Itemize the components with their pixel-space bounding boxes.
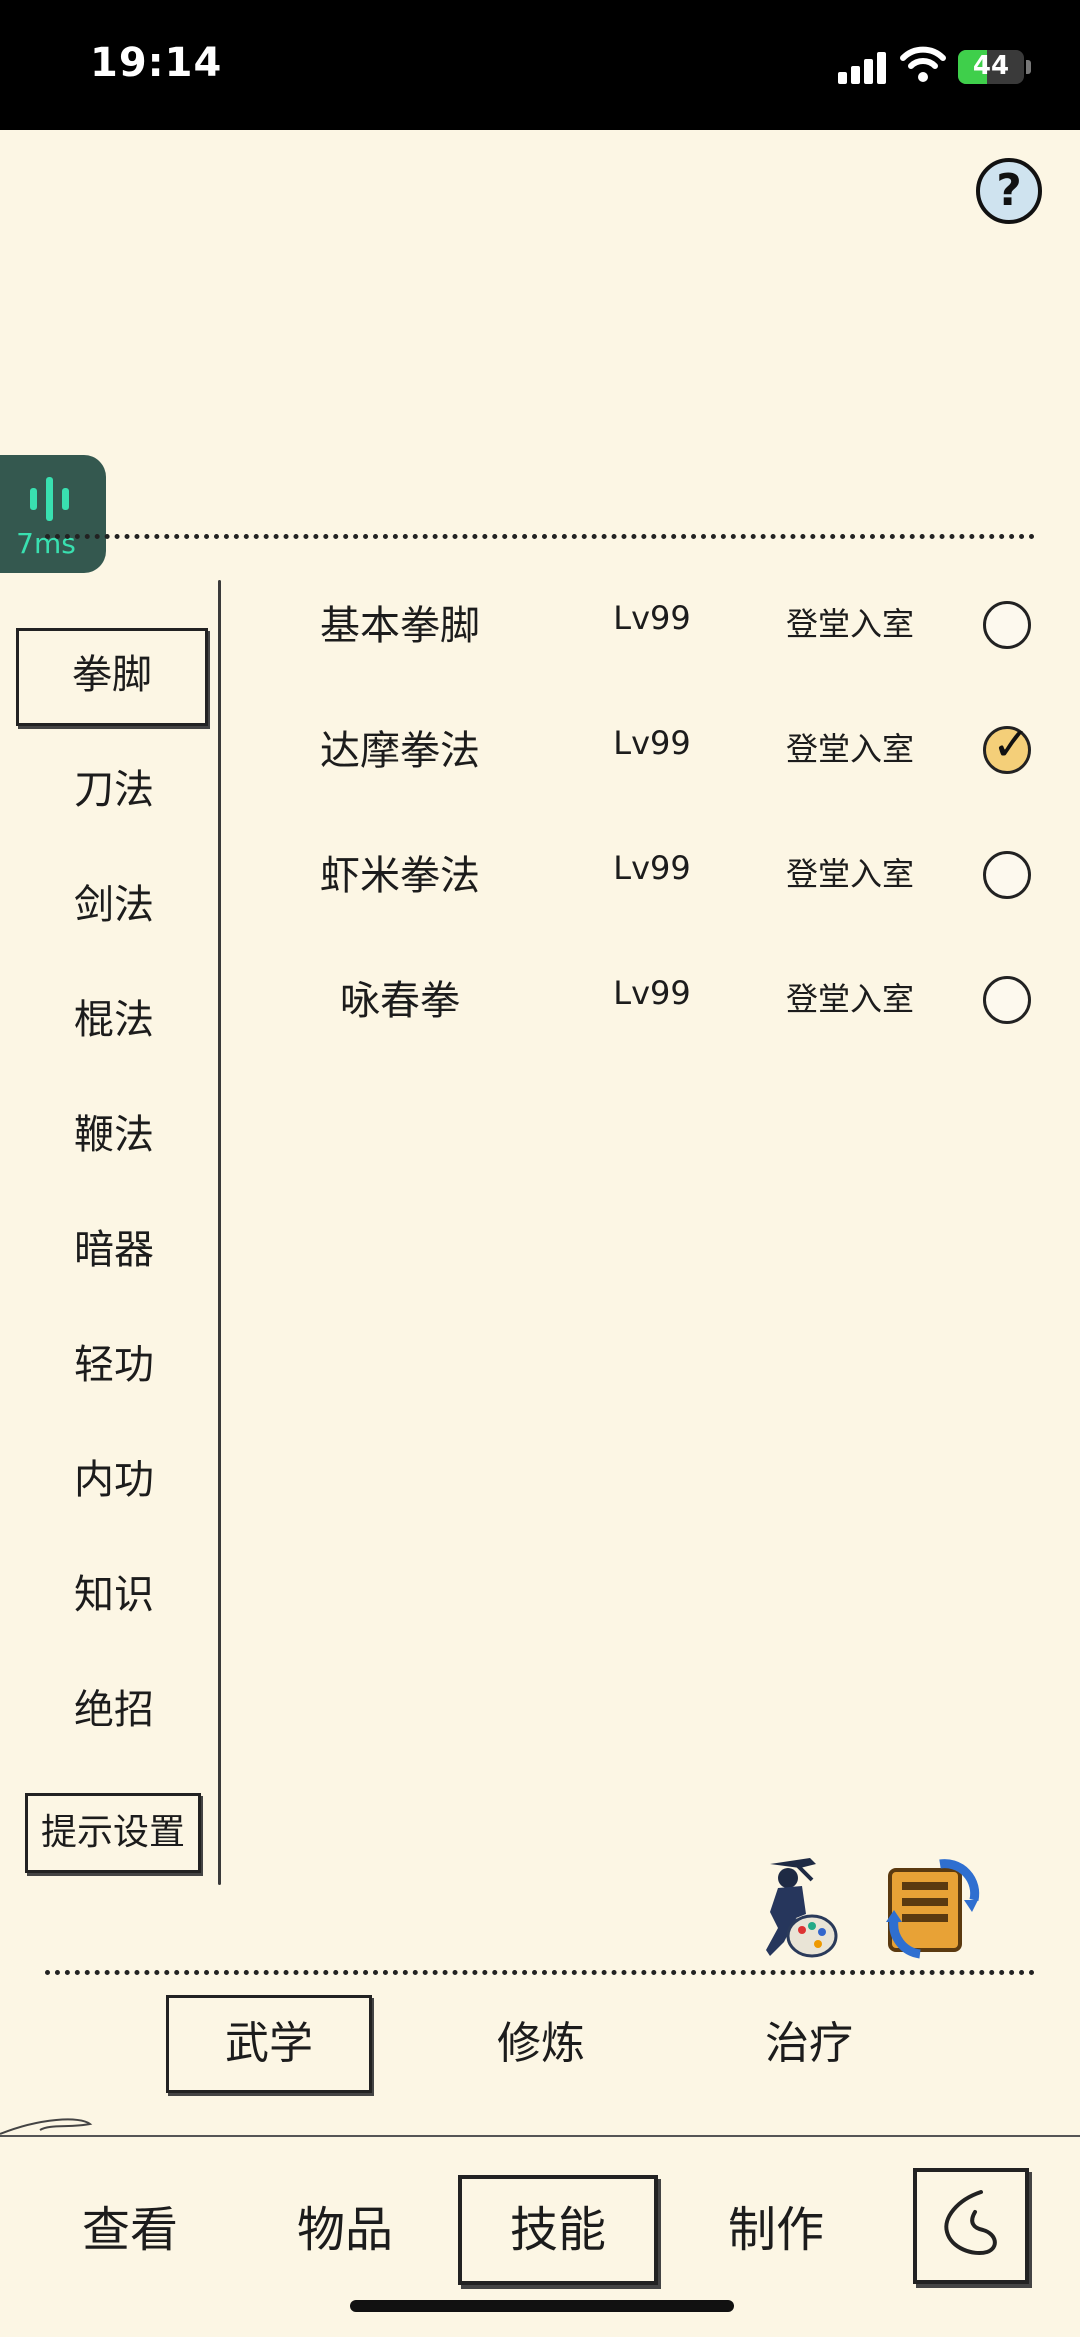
skill-row[interactable]: 基本拳脚 Lv99 登堂入室 bbox=[230, 565, 1050, 675]
battery-icon: 44 bbox=[958, 50, 1024, 84]
nav-jineng[interactable]: 技能 bbox=[458, 2175, 658, 2285]
skill-rank: 登堂入室 bbox=[785, 855, 914, 893]
nav-chakan[interactable]: 查看 bbox=[30, 2175, 230, 2285]
skill-level: Lv99 bbox=[613, 974, 691, 1012]
top-divider bbox=[45, 534, 1035, 539]
category-tab-daofa[interactable]: 刀法 bbox=[18, 743, 210, 837]
latency-bars-icon bbox=[30, 477, 70, 521]
skill-radio[interactable] bbox=[983, 601, 1031, 649]
skill-row[interactable]: 达摩拳法 Lv99 登堂入室 ✓ bbox=[230, 690, 1050, 800]
category-tab-gunfa[interactable]: 棍法 bbox=[18, 973, 210, 1067]
skill-radio-checked[interactable]: ✓ bbox=[983, 717, 1031, 774]
check-icon: ✓ bbox=[992, 717, 1031, 771]
skill-rank: 登堂入室 bbox=[785, 605, 914, 643]
skill-level: Lv99 bbox=[613, 849, 691, 887]
status-bar: 19:14 44 bbox=[0, 0, 1080, 130]
category-tab-juezhao[interactable]: 绝招 bbox=[18, 1663, 210, 1757]
skill-name: 虾米拳法 bbox=[320, 853, 480, 899]
skill-name: 达摩拳法 bbox=[320, 728, 480, 774]
category-tab-neigong[interactable]: 内功 bbox=[18, 1433, 210, 1527]
bottom-divider bbox=[45, 1970, 1035, 1975]
question-icon: ? bbox=[996, 165, 1022, 216]
ninja-palette-icon[interactable] bbox=[740, 1852, 844, 1962]
wifi-icon bbox=[900, 46, 946, 82]
cellular-signal-icon bbox=[838, 50, 890, 84]
skill-name: 咏春拳 bbox=[340, 978, 460, 1024]
skill-level: Lv99 bbox=[613, 724, 691, 762]
category-tab-qinggong[interactable]: 轻功 bbox=[18, 1318, 210, 1412]
nav-zhizuo[interactable]: 制作 bbox=[676, 2175, 876, 2285]
subtab-zhiliao[interactable]: 治疗 bbox=[706, 1995, 912, 2093]
home-indicator[interactable] bbox=[350, 2300, 734, 2312]
back-button[interactable] bbox=[913, 2168, 1029, 2284]
scroll-refresh-icon[interactable] bbox=[880, 1856, 982, 1960]
help-button[interactable]: ? bbox=[976, 158, 1042, 224]
hint-settings-button[interactable]: 提示设置 bbox=[25, 1793, 201, 1873]
skill-level: Lv99 bbox=[613, 599, 691, 637]
category-tab-quanjiao[interactable]: 拳脚 bbox=[16, 628, 208, 726]
battery-percent: 44 bbox=[972, 51, 1010, 81]
skill-radio[interactable] bbox=[983, 976, 1031, 1024]
ping-label: 7ms bbox=[16, 527, 76, 560]
sidebar-divider bbox=[218, 580, 221, 1885]
skill-row[interactable]: 咏春拳 Lv99 登堂入室 bbox=[230, 940, 1050, 1050]
skill-row[interactable]: 虾米拳法 Lv99 登堂入室 bbox=[230, 815, 1050, 925]
skill-radio[interactable] bbox=[983, 851, 1031, 899]
nav-wupin[interactable]: 物品 bbox=[245, 2175, 445, 2285]
subtab-xiulian[interactable]: 修炼 bbox=[438, 1995, 644, 2093]
status-time: 19:14 bbox=[90, 40, 223, 86]
ping-widget[interactable]: 7ms bbox=[0, 455, 106, 573]
skill-rank: 登堂入室 bbox=[785, 980, 914, 1018]
subtab-wuxue[interactable]: 武学 bbox=[166, 1995, 372, 2093]
cloud-divider bbox=[0, 2118, 1080, 2137]
category-tab-anqi[interactable]: 暗器 bbox=[18, 1203, 210, 1297]
battery-tip bbox=[1026, 60, 1031, 74]
back-icon bbox=[944, 2190, 997, 2255]
category-tab-bianfa[interactable]: 鞭法 bbox=[18, 1088, 210, 1182]
category-tab-zhishi[interactable]: 知识 bbox=[18, 1548, 210, 1642]
skill-rank: 登堂入室 bbox=[785, 730, 914, 768]
skill-name: 基本拳脚 bbox=[320, 603, 480, 649]
category-tab-jianfa[interactable]: 剑法 bbox=[18, 858, 210, 952]
